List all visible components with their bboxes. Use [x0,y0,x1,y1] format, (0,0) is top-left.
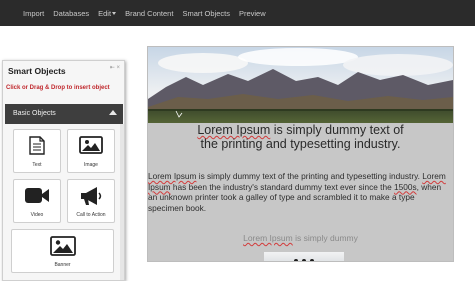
body-paragraph[interactable]: Lorem Ipsum is simply dummy text of the … [148,171,451,213]
image-icon [49,236,76,256]
headline-word: Lorem Ipsum [197,123,271,137]
sub-rest: is simply dummy [292,233,358,243]
para-word-1: Lorem Ipsum [148,171,197,181]
panel-hint: Click or Drag & Drop to insert object [6,85,110,91]
product-thumbnail [294,259,314,261]
basic-objects-header[interactable]: Basic Objects [5,104,123,124]
headline-line2: the printing and typesetting industry. [200,137,401,151]
caret-down-icon [112,12,117,16]
object-label: Image [84,162,98,168]
menu-edit[interactable]: Edit [98,8,117,18]
banner-image[interactable] [148,47,453,123]
menu-smart-objects[interactable]: Smart Objects [182,9,230,18]
object-banner[interactable]: Banner [11,229,114,273]
object-call-to-action[interactable]: Call to Action [67,179,115,223]
menu-edit-label: Edit [98,8,112,18]
menu-brand-content[interactable]: Brand Content [125,9,173,18]
image-icon [79,136,103,154]
menu-databases[interactable]: Databases [53,9,89,18]
mountain-landscape-image [148,47,453,123]
para-text-2: has been the industry's standard dummy t… [170,181,395,192]
headline-rest: is simply dummy text of [270,123,404,137]
email-canvas[interactable]: Lorem Ipsum is simply dummy text of the … [147,46,454,262]
object-image[interactable]: Image [67,129,115,173]
sub-word: Lorem Ipsum [243,233,293,243]
menu-preview[interactable]: Preview [239,9,266,18]
object-label: Video [30,212,44,218]
panel-title: Smart Objects [8,66,66,76]
document-icon [29,136,45,155]
product-image[interactable] [264,252,344,261]
panel-scrollbar[interactable] [120,124,124,280]
menu-import[interactable]: Import [23,9,44,18]
object-label: Banner [54,262,71,268]
subheading-text[interactable]: Lorem Ipsum is simply dummy [148,233,453,243]
object-video[interactable]: Video [13,179,61,223]
chevron-up-icon[interactable] [109,110,117,115]
smart-objects-panel[interactable]: Smart Objects ⇤ × Click or Drag & Drop t… [2,60,125,281]
main-menu: Import Databases Edit Brand Content Smar… [0,0,475,26]
para-text-1: is simply dummy text of the printing and… [196,171,423,181]
section-label: Basic Objects [13,110,56,117]
top-toolbar: Import Databases Edit Brand Content Smar… [0,0,475,26]
object-text[interactable]: Text [13,129,61,173]
video-camera-icon [25,188,49,203]
para-word-3: 1500s [394,181,417,192]
panel-window-controls[interactable]: ⇤ × [110,64,120,71]
object-label: Call to Action [76,212,106,218]
megaphone-icon [81,187,102,205]
headline-text[interactable]: Lorem Ipsum is simply dummy text of the … [148,123,453,151]
object-label: Text [32,162,42,168]
